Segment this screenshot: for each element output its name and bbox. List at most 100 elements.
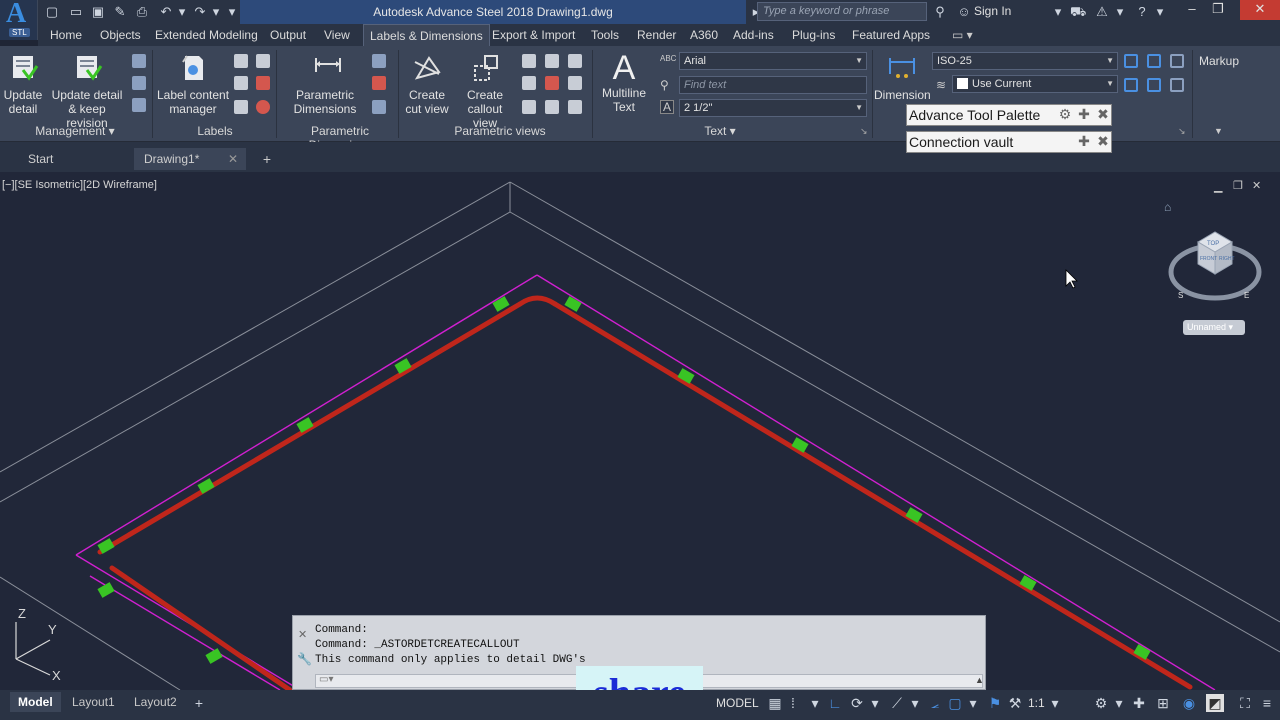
tab-model[interactable]: Model <box>10 692 61 712</box>
help-dropdown-icon[interactable]: ▾ <box>1152 4 1168 20</box>
annotation-visibility-icon[interactable]: ⚑ <box>986 694 1004 712</box>
ribbon-toggle-icon[interactable]: ▭ ▾ <box>946 24 979 46</box>
help-icon[interactable]: ? <box>1134 4 1150 20</box>
tab-plug-ins[interactable]: Plug-ins <box>786 24 841 46</box>
text-panel-launcher-icon[interactable]: ↘ <box>860 126 868 137</box>
dim-continue-icon[interactable] <box>1124 78 1138 92</box>
save-as-icon[interactable]: ✎ <box>112 4 128 20</box>
annotation-monitor-icon[interactable]: ✚ <box>1130 694 1148 712</box>
tab-layout2[interactable]: Layout2 <box>126 692 185 712</box>
dim-linear-icon[interactable] <box>1124 54 1138 68</box>
find-replace-icon[interactable]: ⚲ <box>660 78 669 92</box>
dim-angular-icon[interactable] <box>1170 54 1184 68</box>
label-content-manager-button[interactable]: Label content manager <box>156 52 230 116</box>
ortho-icon[interactable]: ∟ <box>826 694 844 712</box>
palette-item-advance-tool[interactable]: Advance Tool Palette ⚙ ✚ ✖ <box>906 104 1112 126</box>
open-folder-icon[interactable]: ▭ <box>68 4 84 20</box>
dim-tool-1-icon[interactable] <box>372 54 386 68</box>
model-viewport[interactable]: Z Y X [−][SE Isometric][2D Wireframe] ▁ … <box>0 172 1280 690</box>
palette-item-connection-vault[interactable]: Connection vault ✚ ✖ <box>906 131 1112 153</box>
add-layout-icon[interactable]: + <box>190 694 208 712</box>
view-tool-6-icon[interactable] <box>568 76 582 90</box>
home-view-icon[interactable]: ⌂ <box>1164 200 1171 214</box>
move-icon[interactable]: ✚ <box>1076 133 1092 149</box>
viewport-controls-label[interactable]: [−][SE Isometric][2D Wireframe] <box>2 179 157 191</box>
view-tool-7-icon[interactable] <box>522 100 536 114</box>
viewport-close-icon[interactable]: ✕ <box>1252 179 1261 192</box>
undo-dropdown-icon[interactable]: ▾ <box>174 4 190 20</box>
view-tool-1-icon[interactable] <box>522 54 536 68</box>
dimension-panel-launcher-icon[interactable]: ↘ <box>1178 126 1186 137</box>
gear-icon[interactable]: ⚙ <box>1057 106 1073 122</box>
annotation-scale[interactable]: 1:1 <box>1028 696 1045 710</box>
view-tool-9-icon[interactable] <box>568 100 582 114</box>
label-tool-2-icon[interactable] <box>256 54 270 68</box>
workspace-dropdown-icon[interactable]: ▾ <box>1110 694 1128 712</box>
undo-icon[interactable]: ↶ <box>158 4 174 20</box>
cart-icon[interactable]: ⛟ <box>1070 4 1086 20</box>
dim-space-icon[interactable] <box>1170 78 1184 92</box>
view-tool-3-icon[interactable] <box>568 54 582 68</box>
tab-view[interactable]: View <box>318 24 356 46</box>
view-tool-4-icon[interactable] <box>522 76 536 90</box>
sign-in-dropdown-icon[interactable]: ▾ <box>1050 4 1066 20</box>
layer-icon[interactable]: ≋ <box>936 78 946 92</box>
label-tool-1-icon[interactable] <box>234 54 248 68</box>
workspace-gear-icon[interactable]: ⚙ <box>1092 694 1110 712</box>
tab-layout1[interactable]: Layout1 <box>64 692 123 712</box>
dim-baseline-icon[interactable] <box>1147 78 1161 92</box>
font-select[interactable]: Arial ▼ <box>679 52 867 70</box>
detail-tool-1-icon[interactable] <box>132 54 146 68</box>
close-window-icon[interactable]: ✕ <box>1240 0 1280 20</box>
connect-icon[interactable]: ⚠ <box>1094 4 1110 20</box>
label-tool-4-icon[interactable] <box>256 76 270 90</box>
close-icon[interactable]: ✖ <box>1095 106 1111 122</box>
object-track-icon[interactable]: ⦟ <box>926 694 944 712</box>
tab-drawing1[interactable]: Drawing1* ✕ <box>134 148 246 170</box>
move-icon[interactable]: ✚ <box>1076 106 1092 122</box>
viewport-minimize-icon[interactable]: ▁ <box>1214 180 1222 193</box>
binoculars-icon[interactable]: ⚲ <box>932 4 948 20</box>
redo-dropdown-icon[interactable]: ▾ <box>208 4 224 20</box>
isolate-objects-icon[interactable]: ◉ <box>1180 694 1198 712</box>
text-height-select[interactable]: 2 1/2" ▼ <box>679 99 867 117</box>
minimize-icon[interactable]: – <box>1180 0 1204 20</box>
grid-icon[interactable]: ▦ <box>766 694 784 712</box>
update-detail-button[interactable]: Update detail <box>2 52 44 116</box>
tab-objects[interactable]: Objects <box>94 24 147 46</box>
app-logo[interactable]: A STL <box>0 0 38 40</box>
snap-icon[interactable]: ⁞ <box>784 694 802 712</box>
annotation-scale-dropdown-icon[interactable]: ▾ <box>1046 694 1064 712</box>
markup-expand-icon[interactable]: ▼ <box>1214 126 1223 136</box>
label-tool-6-icon[interactable] <box>256 100 270 114</box>
tab-render[interactable]: Render <box>631 24 682 46</box>
hardware-acceleration-icon[interactable]: ◩ <box>1206 694 1224 712</box>
restore-icon[interactable]: ❐ <box>1206 0 1230 20</box>
tab-featured-apps[interactable]: Featured Apps <box>846 24 936 46</box>
search-input[interactable]: Type a keyword or phrase <box>757 2 927 21</box>
redo-icon[interactable]: ↷ <box>192 4 208 20</box>
view-tool-2-icon[interactable] <box>545 54 559 68</box>
tab-labels-dimensions[interactable]: Labels & Dimensions <box>363 24 490 46</box>
ucs-menu[interactable]: Unnamed ▾ <box>1183 320 1245 335</box>
label-tool-3-icon[interactable] <box>234 76 248 90</box>
dim-aligned-icon[interactable] <box>1147 54 1161 68</box>
create-callout-view-button[interactable]: Create callout view <box>454 52 516 130</box>
multiline-text-button[interactable]: A Multiline Text <box>598 50 650 114</box>
dim-tool-3-icon[interactable] <box>372 100 386 114</box>
tab-output[interactable]: Output <box>264 24 312 46</box>
dimension-button[interactable]: Dimension <box>874 52 931 102</box>
tab-extended-modeling[interactable]: Extended Modeling <box>149 24 264 46</box>
command-expand-icon[interactable]: ▲ <box>975 675 984 685</box>
close-tab-icon[interactable]: ✕ <box>228 148 238 170</box>
customization-icon[interactable]: ≡ <box>1258 694 1276 712</box>
view-tool-5-icon[interactable] <box>545 76 559 90</box>
tab-home[interactable]: Home <box>44 24 88 46</box>
autoscale-icon[interactable]: ⚒ <box>1006 694 1024 712</box>
text-panel-label[interactable]: Text ▾ <box>690 124 750 138</box>
dim-tool-2-icon[interactable] <box>372 76 386 90</box>
viewcube[interactable]: TOP FRONT RIGHT S E <box>1168 224 1262 306</box>
tab-add-ins[interactable]: Add-ins <box>727 24 780 46</box>
dimension-layer-select[interactable]: Use Current ▼ <box>952 75 1118 93</box>
model-space-button[interactable]: MODEL <box>716 696 759 710</box>
